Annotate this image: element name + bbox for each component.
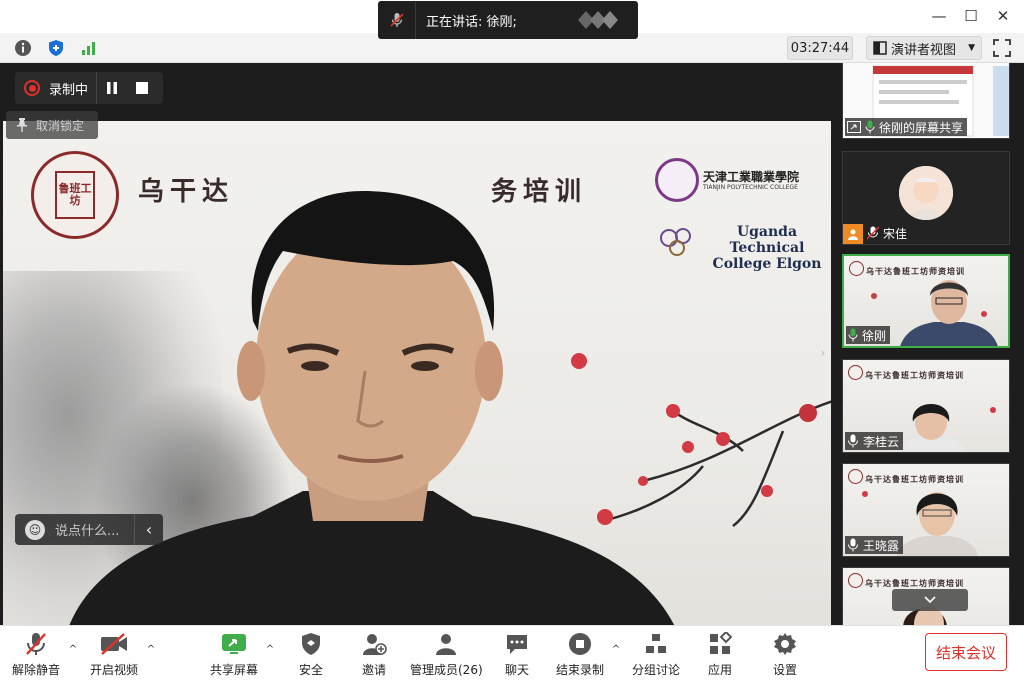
breakout-icon — [642, 630, 670, 658]
audio-options-caret-icon[interactable]: ^ — [66, 642, 80, 656]
participant-tile[interactable]: 乌干达鲁班工坊师资培训 王晓露 — [842, 463, 1010, 557]
active-speaker-video: 鲁班工坊 乌干达 务培训 天津工業職業學院 TIANJIN POLYTECHNI… — [3, 121, 831, 645]
video-options-caret-icon[interactable]: ^ — [144, 642, 158, 656]
avatar — [899, 166, 953, 220]
share-screen-icon — [220, 630, 248, 658]
meeting-timer: 03:27:44 — [787, 36, 853, 60]
record-options-caret-icon[interactable]: ^ — [609, 642, 623, 656]
info-icon[interactable] — [13, 38, 33, 58]
minimize-button[interactable]: — — [924, 4, 954, 28]
speaker-view-icon — [873, 41, 887, 55]
mic-icon — [865, 120, 875, 134]
view-mode-label: 演讲者视图 — [891, 42, 957, 58]
participant-tile-active[interactable]: 乌干达鲁班工坊师资培训 徐刚 — [842, 254, 1010, 348]
emoji-icon[interactable]: ☺ — [25, 519, 45, 540]
shield-icon[interactable] — [46, 38, 66, 58]
shield-icon — [297, 630, 325, 658]
participant-name: 李桂云 — [863, 434, 900, 449]
main-video-area: 录制中 鲁班工坊 乌干达 务培训 天津工業職業學院 TIANJIN POLYTE… — [0, 63, 834, 645]
video-off-icon — [100, 630, 128, 658]
fullscreen-icon[interactable] — [992, 38, 1012, 58]
close-button[interactable]: ✕ — [988, 4, 1018, 28]
add-user-icon — [360, 630, 388, 658]
mic-icon — [848, 328, 858, 342]
share-options-caret-icon[interactable]: ^ — [263, 642, 277, 656]
manage-participants-button[interactable]: 管理成员(26) — [410, 630, 483, 678]
participants-icon — [432, 630, 460, 658]
chat-icon — [503, 630, 531, 658]
muted-mic-icon — [848, 434, 858, 448]
participant-tile[interactable]: 乌干达鲁班工坊师资培训 李桂云 — [842, 359, 1010, 453]
stop-record-icon — [566, 630, 594, 658]
active-speaker-banner: 正在讲话: 徐刚; — [378, 1, 638, 39]
quick-chat-placeholder: 说点什么... — [55, 524, 120, 539]
settings-button[interactable]: 设置 — [771, 630, 799, 678]
unpin-button[interactable]: 取消锁定 — [6, 111, 98, 139]
invite-button[interactable]: 邀请 — [360, 630, 388, 678]
host-icon — [843, 224, 863, 244]
quick-chat-input[interactable]: ☺ 说点什么... ‹ — [15, 514, 163, 545]
chevron-right-icon[interactable]: › — [816, 341, 830, 365]
breakout-rooms-button[interactable]: 分组讨论 — [632, 630, 680, 678]
participant-name: 徐刚的屏幕共享 — [879, 120, 964, 135]
view-mode-dropdown[interactable]: 演讲者视图 ▼ — [866, 36, 982, 60]
participant-tile-screen-share[interactable]: 徐刚的屏幕共享 — [842, 63, 1010, 139]
muted-mic-icon — [22, 630, 50, 658]
apps-button[interactable]: 应用 — [706, 630, 734, 678]
participant-gallery[interactable]: 徐刚的屏幕共享 宋佳 乌干达鲁班工坊师资培训 徐刚 乌干达鲁班工坊师资培训 李桂… — [834, 63, 1024, 625]
collapse-chevron-icon[interactable]: ‹ — [135, 520, 163, 539]
chat-button[interactable]: 聊天 — [503, 630, 531, 678]
unmute-button[interactable]: 解除静音 — [12, 630, 60, 678]
participant-tile[interactable]: 宋佳 — [842, 151, 1010, 245]
unpin-label: 取消锁定 — [36, 118, 85, 133]
gear-icon — [771, 630, 799, 658]
title-bar: 正在讲话: 徐刚; — ☐ ✕ — [0, 0, 1024, 39]
signal-icon[interactable] — [79, 38, 99, 58]
pause-recording-button[interactable] — [97, 76, 127, 100]
active-speaker-text: 正在讲话: 徐刚; — [426, 14, 517, 30]
participant-name: 宋佳 — [883, 226, 908, 241]
apps-icon — [706, 630, 734, 658]
caret-down-icon: ▼ — [968, 43, 975, 53]
pin-icon — [17, 118, 27, 132]
muted-mic-icon — [378, 1, 416, 39]
security-button[interactable]: 安全 — [297, 630, 325, 678]
scroll-down-button[interactable] — [892, 589, 968, 611]
share-icon — [847, 121, 861, 133]
stop-recording-button[interactable] — [127, 76, 157, 100]
recording-indicator: 录制中 — [15, 72, 163, 104]
meeting-controls-bar: 解除静音 ^ 开启视频 ^ 共享屏幕 ^ 安全 邀请 管理成员(26) 聊天 结… — [0, 625, 1024, 681]
end-meeting-button[interactable]: 结束会议 — [925, 633, 1007, 671]
start-video-button[interactable]: 开启视频 — [90, 630, 138, 678]
maximize-button[interactable]: ☐ — [956, 4, 986, 28]
share-screen-button[interactable]: 共享屏幕 — [210, 630, 258, 678]
recording-label: 录制中 — [49, 82, 89, 98]
app-logo-icon — [578, 11, 618, 29]
muted-mic-icon — [867, 226, 879, 240]
speaker-video-figure — [63, 191, 683, 645]
participant-name: 王晓露 — [863, 538, 900, 553]
stop-recording-button[interactable]: 结束录制 — [556, 630, 604, 678]
muted-mic-icon — [848, 538, 858, 552]
chevron-down-icon — [924, 596, 936, 604]
recording-dot-icon — [24, 80, 40, 96]
participant-name: 徐刚 — [862, 328, 887, 343]
